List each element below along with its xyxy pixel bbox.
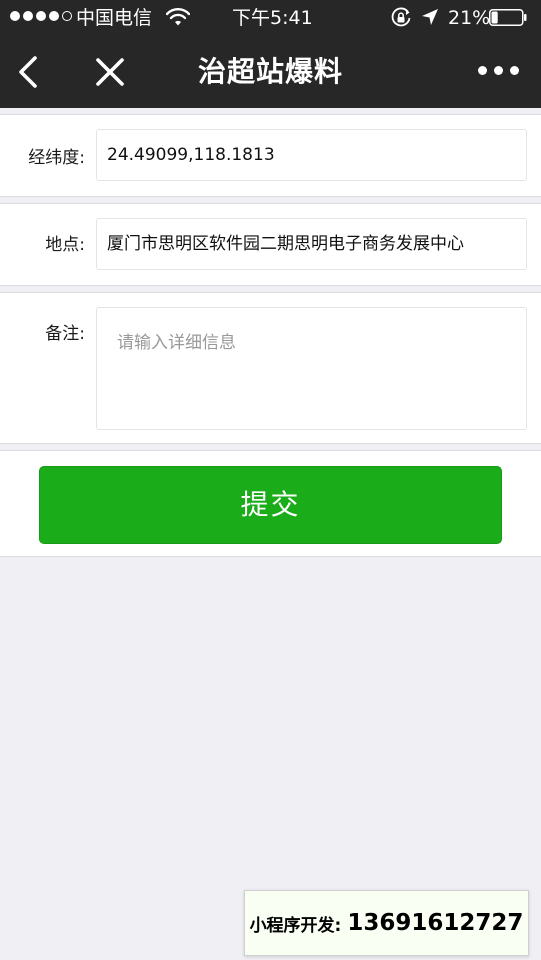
location-row: 地点: 厦门市思明区软件园二期思明电子商务发展中心 xyxy=(0,203,541,286)
notes-label: 备注: xyxy=(45,324,85,344)
screen: 中国电信 下午5:41 21% 治超站爆料 经纬度: 24.49099,118.… xyxy=(0,0,541,960)
wifi-icon xyxy=(165,8,191,31)
status-bar: 中国电信 下午5:41 21% xyxy=(0,0,541,36)
submit-section: 提交 xyxy=(0,450,541,557)
coords-label: 经纬度: xyxy=(28,148,85,168)
banner-phone: 13691612727 xyxy=(347,910,524,936)
submit-button[interactable]: 提交 xyxy=(39,466,502,544)
battery-icon xyxy=(489,9,527,26)
coords-row: 经纬度: 24.49099,118.1813 xyxy=(0,114,541,197)
orientation-lock-icon xyxy=(390,7,412,34)
status-time: 下午5:41 xyxy=(232,7,313,29)
notes-row: 备注: 请输入详细信息 xyxy=(0,292,541,444)
signal-strength-icon xyxy=(10,11,72,21)
notes-textarea[interactable]: 请输入详细信息 xyxy=(96,307,527,430)
location-arrow-icon xyxy=(421,8,439,31)
location-label: 地点: xyxy=(45,235,85,255)
promo-banner: 小程序开发: 13691612727 xyxy=(244,890,529,956)
page-title: 治超站爆料 xyxy=(197,55,343,88)
battery-percent: 21% xyxy=(448,7,491,29)
banner-label: 小程序开发: xyxy=(249,915,342,936)
location-field[interactable]: 厦门市思明区软件园二期思明电子商务发展中心 xyxy=(96,218,527,270)
coords-field[interactable]: 24.49099,118.1813 xyxy=(96,129,527,181)
nav-bar: 治超站爆料 xyxy=(0,36,541,108)
more-dots-icon[interactable] xyxy=(478,66,519,75)
carrier-name: 中国电信 xyxy=(76,7,153,29)
